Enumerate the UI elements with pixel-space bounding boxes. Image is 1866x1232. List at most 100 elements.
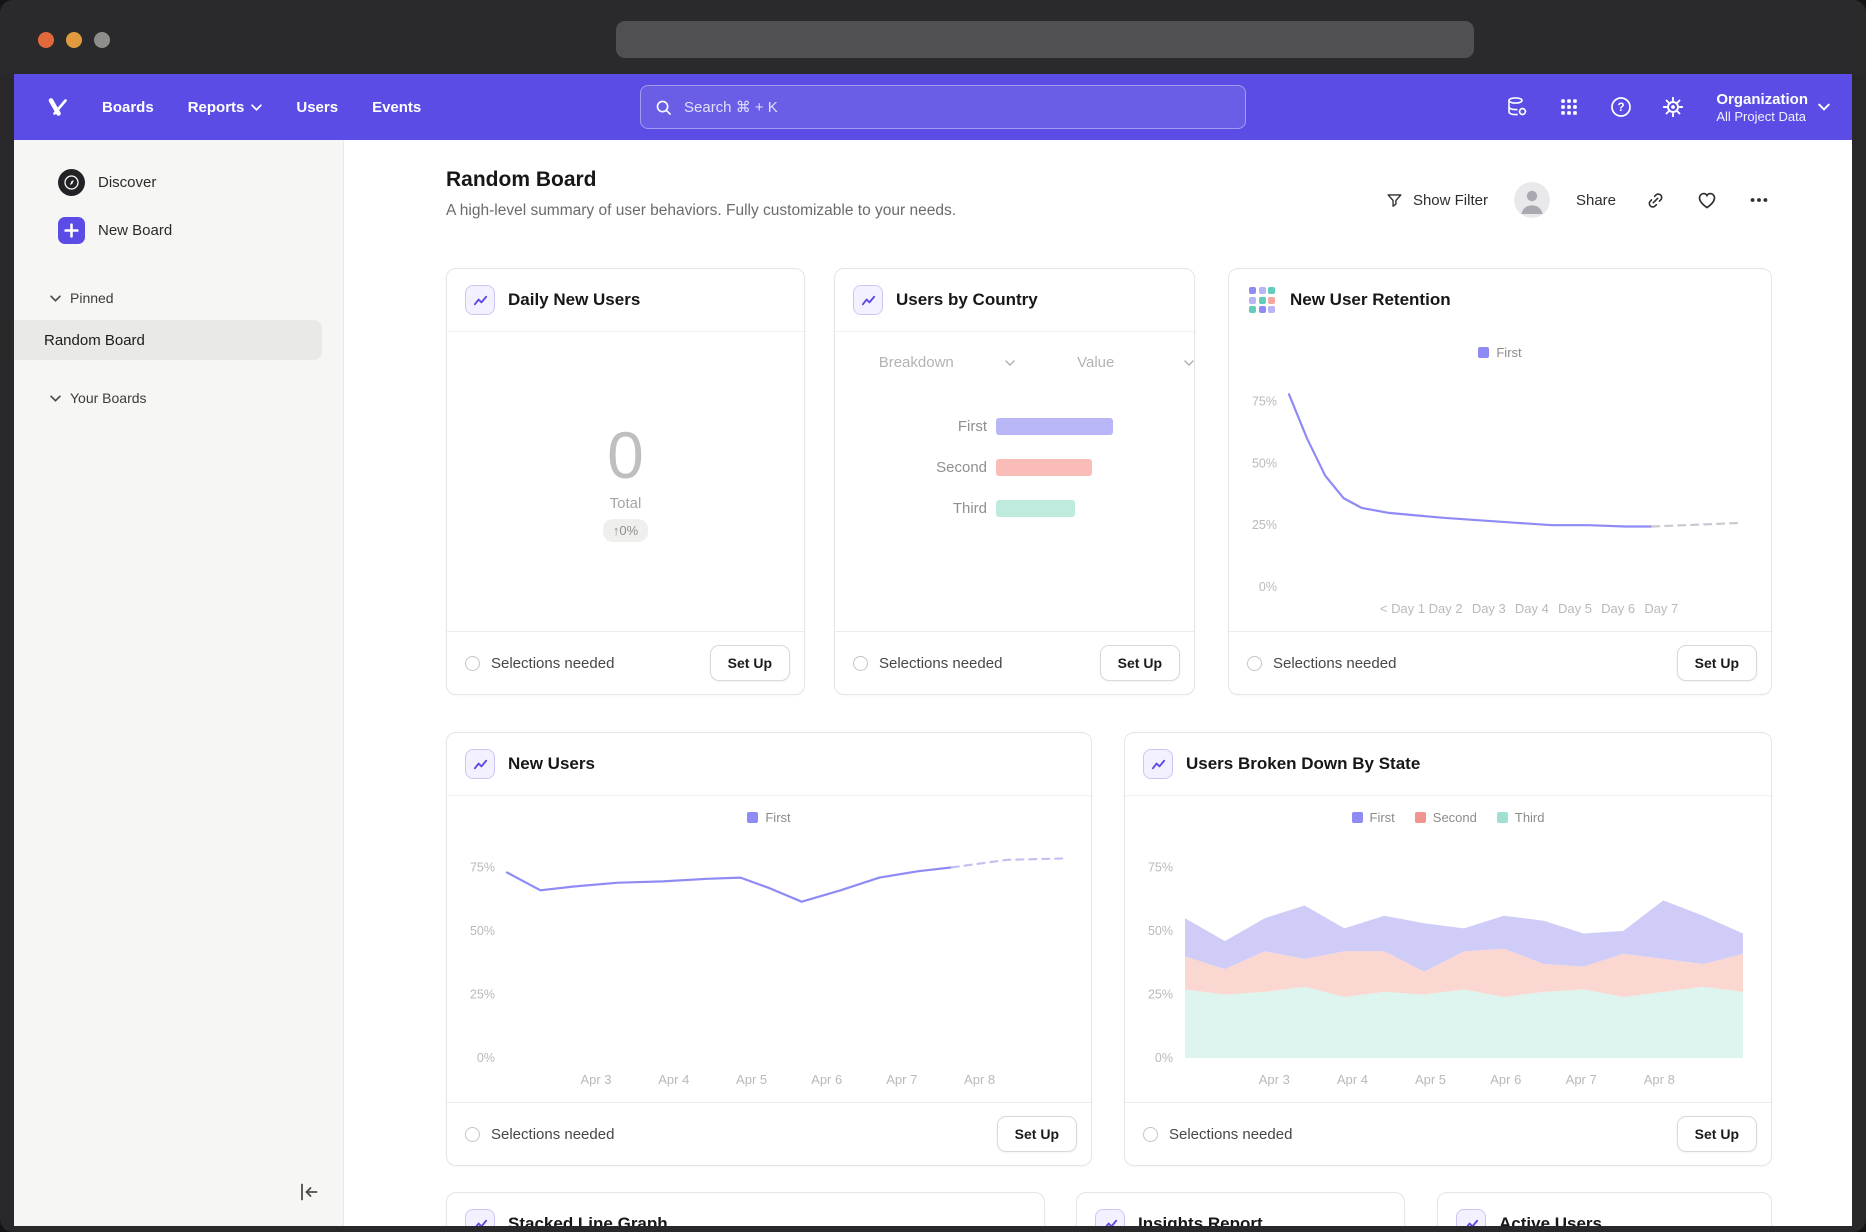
legend-item[interactable]: First xyxy=(1478,345,1521,360)
svg-text:50%: 50% xyxy=(470,924,495,938)
line-chart-icon xyxy=(1456,1209,1486,1226)
card-title: Daily New Users xyxy=(508,290,640,310)
svg-text:Apr 7: Apr 7 xyxy=(886,1072,917,1087)
svg-text:Day 4: Day 4 xyxy=(1515,601,1549,616)
line-chart-icon xyxy=(465,285,495,315)
legend-item[interactable]: First xyxy=(1352,810,1395,825)
retention-grid-icon xyxy=(1247,285,1277,315)
line-chart-icon xyxy=(1143,749,1173,779)
card-daily-new-users: Daily New Users 0 Total ↑0% Selections n… xyxy=(446,268,805,695)
copy-link-button[interactable] xyxy=(1642,187,1668,213)
card-new-user-retention: New User Retention First 75%50%25%0%< Da… xyxy=(1228,268,1772,695)
svg-text:50%: 50% xyxy=(1148,924,1173,938)
more-options-button[interactable] xyxy=(1746,187,1772,213)
svg-text:Apr 4: Apr 4 xyxy=(1337,1072,1368,1087)
legend-item[interactable]: Second xyxy=(1415,810,1477,825)
sidebar-section-pinned[interactable]: Pinned xyxy=(14,290,343,306)
favorite-button[interactable] xyxy=(1694,187,1720,213)
nav-item-reports[interactable]: Reports xyxy=(188,99,263,116)
nav-item-boards[interactable]: Boards xyxy=(102,99,154,116)
brand-mark-icon xyxy=(45,94,71,120)
line-chart-icon xyxy=(1095,1209,1125,1226)
card-stacked-line-graph: Stacked Line Graph xyxy=(446,1192,1045,1226)
setup-button[interactable]: Set Up xyxy=(1677,645,1757,681)
close-window-button[interactable] xyxy=(38,32,54,48)
state-chart-area: FirstSecondThird 75%50%25%0%Apr 3Apr 4Ap… xyxy=(1125,796,1771,1102)
country-row: Second xyxy=(835,457,1194,477)
help-button[interactable]: ? xyxy=(1608,94,1634,120)
card-status: Selections needed xyxy=(491,655,614,672)
card-title: Active Users xyxy=(1499,1214,1602,1226)
setup-button[interactable]: Set Up xyxy=(997,1116,1077,1152)
page-subtitle: A high-level summary of user behaviors. … xyxy=(446,202,956,220)
sidebar-item-new-board[interactable]: New Board xyxy=(14,212,343,248)
chevron-down-icon xyxy=(1184,360,1194,366)
nav-item-events[interactable]: Events xyxy=(372,99,421,116)
svg-text:75%: 75% xyxy=(1252,395,1277,409)
chart-legend: First xyxy=(1239,339,1761,365)
settings-button[interactable] xyxy=(1660,94,1686,120)
sidebar: Discover New Board Pinned Random Board Y… xyxy=(14,140,344,1226)
app-content: Boards Reports Users Events xyxy=(14,74,1852,1226)
svg-text:Apr 3: Apr 3 xyxy=(1259,1072,1290,1087)
app-window: Boards Reports Users Events xyxy=(0,0,1866,1232)
new-users-chart-area: First 75%50%25%0%Apr 3Apr 4Apr 5Apr 6Apr… xyxy=(447,796,1091,1102)
retention-chart: 75%50%25%0%< Day 1Day 2Day 3Day 4Day 5Da… xyxy=(1239,365,1761,629)
section-label: Your Boards xyxy=(70,390,147,406)
legend-label: First xyxy=(765,810,790,825)
card-title: Insights Report xyxy=(1138,1214,1263,1226)
status-circle-icon xyxy=(853,656,868,671)
svg-text:Day 6: Day 6 xyxy=(1601,601,1635,616)
legend-item[interactable]: Third xyxy=(1497,810,1545,825)
svg-text:75%: 75% xyxy=(470,860,495,874)
status-circle-icon xyxy=(1247,656,1262,671)
mixpanel-logo[interactable] xyxy=(44,93,72,121)
legend-item[interactable]: First xyxy=(747,810,790,825)
org-switcher[interactable]: Organization All Project Data xyxy=(1716,90,1830,125)
sidebar-section-your-boards[interactable]: Your Boards xyxy=(14,390,343,406)
search-input[interactable] xyxy=(682,98,1231,117)
sidebar-item-label: New Board xyxy=(98,222,172,239)
page-title: Random Board xyxy=(446,168,597,192)
legend-label: Third xyxy=(1515,810,1545,825)
sidebar-collapse-button[interactable] xyxy=(295,1178,323,1206)
line-chart-icon xyxy=(465,1209,495,1226)
status-circle-icon xyxy=(1143,1127,1158,1142)
data-management-button[interactable] xyxy=(1504,94,1530,120)
setup-button[interactable]: Set Up xyxy=(710,645,790,681)
minimize-window-button[interactable] xyxy=(66,32,82,48)
show-filter-button[interactable]: Show Filter xyxy=(1385,191,1488,210)
svg-text:< Day 1: < Day 1 xyxy=(1380,601,1425,616)
country-row-bar xyxy=(996,459,1092,476)
zoom-window-button[interactable] xyxy=(94,32,110,48)
setup-button[interactable]: Set Up xyxy=(1677,1116,1757,1152)
card-title: Users by Country xyxy=(896,290,1038,310)
setup-button[interactable]: Set Up xyxy=(1100,645,1180,681)
line-chart-icon xyxy=(853,285,883,315)
window-titlebar xyxy=(0,0,1866,74)
section-label: Pinned xyxy=(70,290,114,306)
breakdown-label: Breakdown xyxy=(835,354,998,371)
svg-text:Day 2: Day 2 xyxy=(1429,601,1463,616)
apps-grid-icon xyxy=(1558,96,1580,118)
svg-text:Apr 8: Apr 8 xyxy=(1644,1072,1675,1087)
breakdown-dropdown[interactable]: Breakdown xyxy=(835,354,1015,371)
svg-text:Apr 5: Apr 5 xyxy=(736,1072,767,1087)
apps-grid-button[interactable] xyxy=(1556,94,1582,120)
person-icon xyxy=(1514,182,1550,218)
sidebar-item-discover[interactable]: Discover xyxy=(14,164,343,200)
status-circle-icon xyxy=(465,656,480,671)
value-dropdown[interactable]: Value xyxy=(1015,354,1195,371)
legend-swatch xyxy=(1497,812,1508,823)
share-button[interactable]: Share xyxy=(1576,192,1616,209)
collaborator-avatar[interactable] xyxy=(1514,182,1550,218)
nav-item-label: Reports xyxy=(188,99,245,116)
nav-item-users[interactable]: Users xyxy=(296,99,338,116)
traffic-lights xyxy=(38,32,110,48)
svg-text:Day 3: Day 3 xyxy=(1472,601,1506,616)
address-bar[interactable] xyxy=(616,21,1474,58)
chevron-down-icon xyxy=(1005,360,1015,366)
svg-text:25%: 25% xyxy=(1252,518,1277,532)
country-row-label: Third xyxy=(835,500,987,517)
sidebar-item-random-board[interactable]: Random Board xyxy=(14,320,322,360)
